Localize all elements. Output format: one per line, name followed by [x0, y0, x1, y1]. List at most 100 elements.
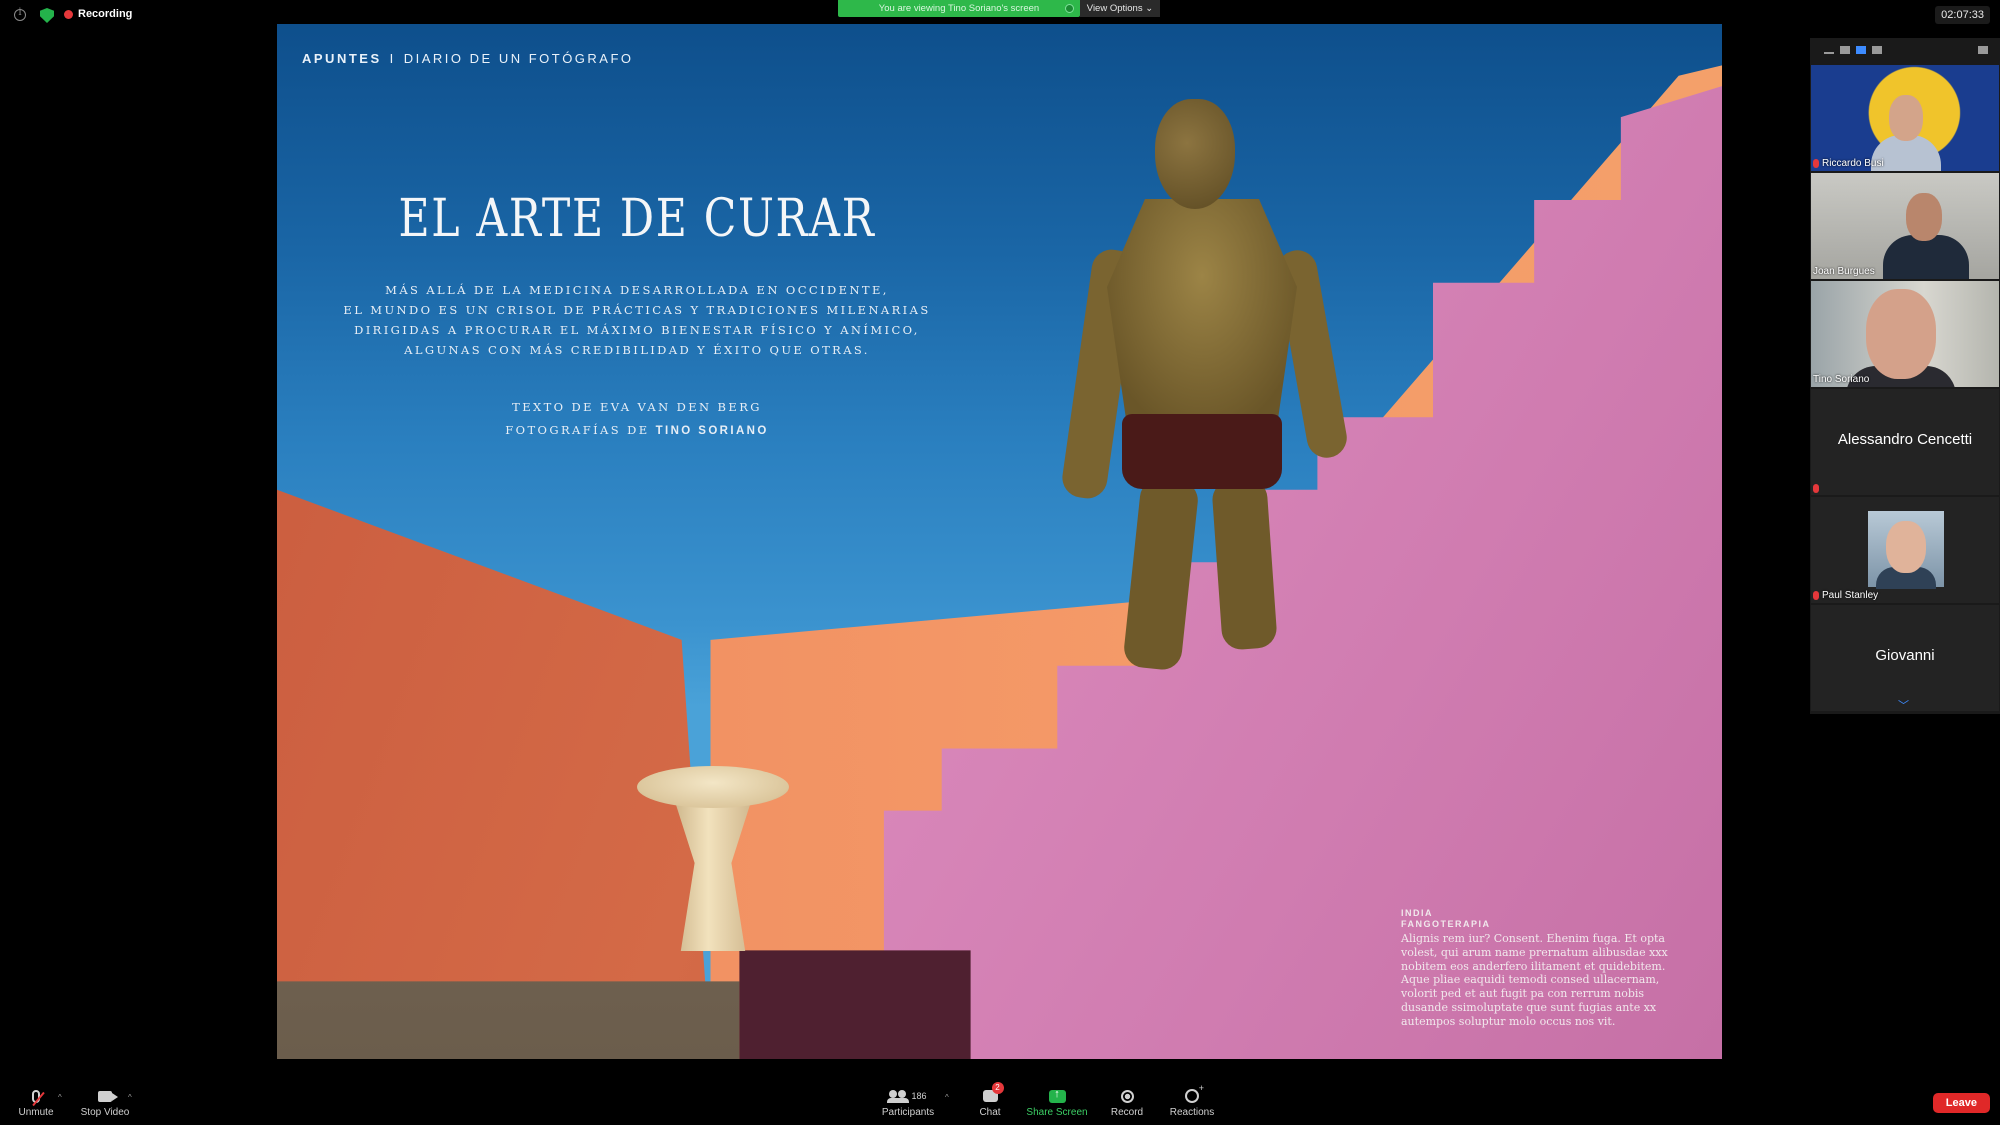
gallery-view-toggles	[1810, 38, 2000, 63]
share-screen-icon	[1048, 1088, 1066, 1103]
video-camera-icon	[98, 1090, 118, 1102]
participants-icon	[887, 1090, 910, 1103]
boy-head	[1155, 99, 1235, 209]
photo-credit-prefix: FOTOGRAFÍAS DE	[505, 423, 650, 437]
view-options-label: View Options	[1086, 3, 1143, 14]
participant-name-label: Paul Stanley	[1813, 590, 1878, 601]
record-label: Record	[1110, 1107, 1144, 1118]
recording-indicator[interactable]: Recording	[64, 8, 132, 20]
boy-leg-left	[1122, 476, 1200, 672]
participant-tile[interactable]: Giovanni	[1811, 605, 1999, 711]
muted-microphone-icon	[32, 1089, 45, 1106]
photo-mud-covered-boy	[1059, 99, 1367, 672]
stop-video-label: Stop Video	[80, 1107, 130, 1118]
gallery-grid-icon[interactable]	[1872, 46, 1882, 54]
unmute-label: Unmute	[18, 1107, 54, 1118]
boy-shorts	[1122, 414, 1282, 489]
participant-video	[1811, 281, 1999, 387]
chevron-down-icon: ⌄	[1145, 3, 1154, 14]
participant-avatar	[1868, 511, 1944, 589]
participant-name-label	[1813, 484, 1819, 493]
intro-line: ALGUNAS CON MÁS CREDIBILIDAD Y ÉXITO QUE…	[404, 343, 870, 357]
side-by-side-icon[interactable]	[1856, 46, 1866, 54]
participant-name: Paul Stanley	[1822, 590, 1879, 601]
meeting-timer: 02:07:33	[1935, 6, 1990, 24]
boy-leg-right	[1211, 477, 1278, 651]
participant-video	[1811, 173, 1999, 279]
participant-gallery-panel: Riccardo Busi Joan Burgues Tino Soriano …	[1810, 38, 2000, 714]
section-name: APUNTES	[302, 51, 382, 66]
participant-face	[1889, 95, 1923, 141]
muted-mic-icon	[1813, 484, 1819, 493]
article-intro: MÁS ALLÁ DE LA MEDICINA DESARROLLADA EN …	[337, 280, 937, 360]
intro-line: DIRIGIDAS A PROCURAR EL MÁXIMO BIENESTAR…	[354, 323, 920, 337]
view-options-button[interactable]: View Options ⌄	[1080, 0, 1160, 17]
muted-mic-icon	[1813, 159, 1819, 168]
info-icon[interactable]	[14, 7, 26, 21]
scroll-down-chevron-icon[interactable]: ﹀	[1898, 697, 1909, 713]
magazine-section-header: APUNTES I DIARIO DE UN FOTÓGRAFO	[302, 51, 634, 66]
leave-button[interactable]: Leave	[1932, 1093, 1990, 1113]
record-icon	[1120, 1089, 1134, 1103]
participant-face	[1866, 289, 1936, 379]
participant-body	[1883, 235, 1969, 279]
photo-vase	[637, 766, 789, 951]
chat-button[interactable]: 2 Chat	[975, 1082, 1005, 1118]
participant-tile[interactable]: Joan Burgues	[1811, 173, 1999, 279]
participant-name: Riccardo Busi	[1822, 158, 1884, 169]
participants-button[interactable]: 186 Participants	[878, 1088, 938, 1118]
participant-tile[interactable]: Alessandro Cencetti	[1811, 389, 1999, 495]
banner-status-icon	[1065, 4, 1074, 13]
participant-name: Giovanni	[1875, 647, 1935, 664]
unmute-button[interactable]: Unmute	[16, 1088, 56, 1118]
participant-name-label: Riccardo Busi	[1813, 158, 1884, 169]
chat-bubble-icon: 2	[982, 1082, 1004, 1102]
reactions-button[interactable]: Reactions	[1166, 1083, 1218, 1118]
minimize-icon[interactable]	[1824, 52, 1834, 54]
pop-out-icon[interactable]	[1978, 46, 1988, 54]
participants-options-caret-icon[interactable]: ^	[945, 1093, 949, 1102]
chat-label: Chat	[979, 1107, 1001, 1118]
encryption-shield-icon[interactable]	[40, 8, 54, 23]
caption-place: INDIA	[1401, 908, 1433, 918]
participant-tile-active-speaker[interactable]: Tino Soriano	[1811, 281, 1999, 387]
vase-body	[671, 791, 755, 951]
audio-options-caret-icon[interactable]: ^	[58, 1093, 62, 1102]
viewing-banner-text: You are viewing Tino Soriano's screen	[878, 3, 1040, 14]
intro-line: MÁS ALLÁ DE LA MEDICINA DESARROLLADA EN …	[385, 283, 889, 297]
shared-screen: APUNTES I DIARIO DE UN FOTÓGRAFO EL ARTE D…	[277, 24, 1722, 1059]
section-subtitle: DIARIO DE UN FOTÓGRAFO	[403, 51, 634, 66]
photo-caption: INDIA FANGOTERAPIA Alignis rem iur? Cons…	[1401, 908, 1691, 1029]
speaker-strip-icon[interactable]	[1840, 46, 1850, 54]
participant-tile[interactable]: Paul Stanley	[1811, 497, 1999, 603]
intro-line: EL MUNDO ES UN CRISOL DE PRÁCTICAS Y TRA…	[343, 303, 931, 317]
photographer-name: TINO SORIANO	[655, 425, 769, 437]
muted-mic-icon	[1813, 591, 1819, 600]
recording-label: Recording	[78, 8, 133, 20]
photo-credit: FOTOGRAFÍAS DE TINO SORIANO	[337, 419, 937, 443]
participant-name: Alessandro Cencetti	[1837, 431, 1973, 448]
section-separator: I	[389, 51, 396, 66]
stop-video-button[interactable]: Stop Video	[78, 1088, 132, 1118]
participant-name: Joan Burgues	[1813, 266, 1875, 277]
caption-topic: FANGOTERAPIA	[1401, 919, 1491, 929]
vase-rim	[637, 766, 789, 808]
share-screen-button[interactable]: Share Screen	[1025, 1088, 1089, 1119]
record-button[interactable]: Record	[1109, 1088, 1145, 1118]
caption-body: Alignis rem iur? Consent. Ehenim fuga. E…	[1401, 932, 1668, 1028]
article-title: EL ARTE DE CURAR	[398, 189, 876, 249]
participant-tile[interactable]: Riccardo Busi	[1811, 65, 1999, 171]
participants-count: 186	[911, 1091, 927, 1101]
viewing-screen-banner: You are viewing Tino Soriano's screen	[838, 0, 1080, 17]
text-credit: TEXTO DE EVA VAN DEN BERG	[512, 400, 762, 414]
meeting-controls-toolbar: Unmute ^ Stop Video ^ 186 Participants ^…	[0, 1082, 2000, 1125]
participant-name-label: Joan Burgues	[1813, 266, 1875, 277]
participants-label: Participants	[881, 1107, 935, 1118]
share-screen-label: Share Screen	[1026, 1107, 1088, 1118]
boy-torso	[1107, 199, 1297, 419]
participant-face	[1886, 521, 1926, 573]
video-options-caret-icon[interactable]: ^	[128, 1093, 132, 1102]
article-credits: TEXTO DE EVA VAN DEN BERG FOTOGRAFÍAS DE…	[337, 396, 937, 443]
reactions-label: Reactions	[1169, 1107, 1215, 1118]
reactions-smiley-icon	[1185, 1083, 1204, 1103]
